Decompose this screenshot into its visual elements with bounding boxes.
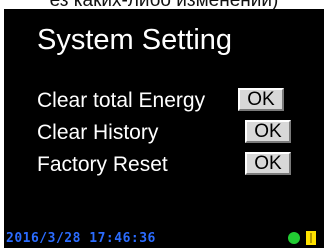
setting-row-clear-total-energy: Clear total Energy OK bbox=[4, 87, 324, 117]
page-title: System Setting bbox=[37, 24, 233, 56]
clear-history-ok-button[interactable]: OK bbox=[245, 120, 291, 143]
clear-total-energy-ok-button[interactable]: OK bbox=[238, 88, 284, 111]
device-screen: System Setting Clear total Energy OK Cle… bbox=[4, 9, 324, 248]
setting-label-clear-history: Clear History bbox=[37, 121, 159, 144]
setting-row-clear-history: Clear History OK bbox=[4, 119, 324, 149]
setting-label-factory-reset: Factory Reset bbox=[37, 153, 168, 176]
status-datetime: 2016/3/28 17:46:36 bbox=[6, 231, 156, 246]
setting-label-clear-total-energy: Clear total Energy bbox=[37, 89, 206, 112]
status-bar: 2016/3/28 17:46:36 bbox=[4, 228, 324, 248]
setting-row-factory-reset: Factory Reset OK bbox=[4, 151, 324, 181]
factory-reset-ok-button[interactable]: OK bbox=[245, 152, 291, 175]
status-bar-icon bbox=[306, 231, 316, 245]
status-dot-icon bbox=[288, 232, 300, 244]
